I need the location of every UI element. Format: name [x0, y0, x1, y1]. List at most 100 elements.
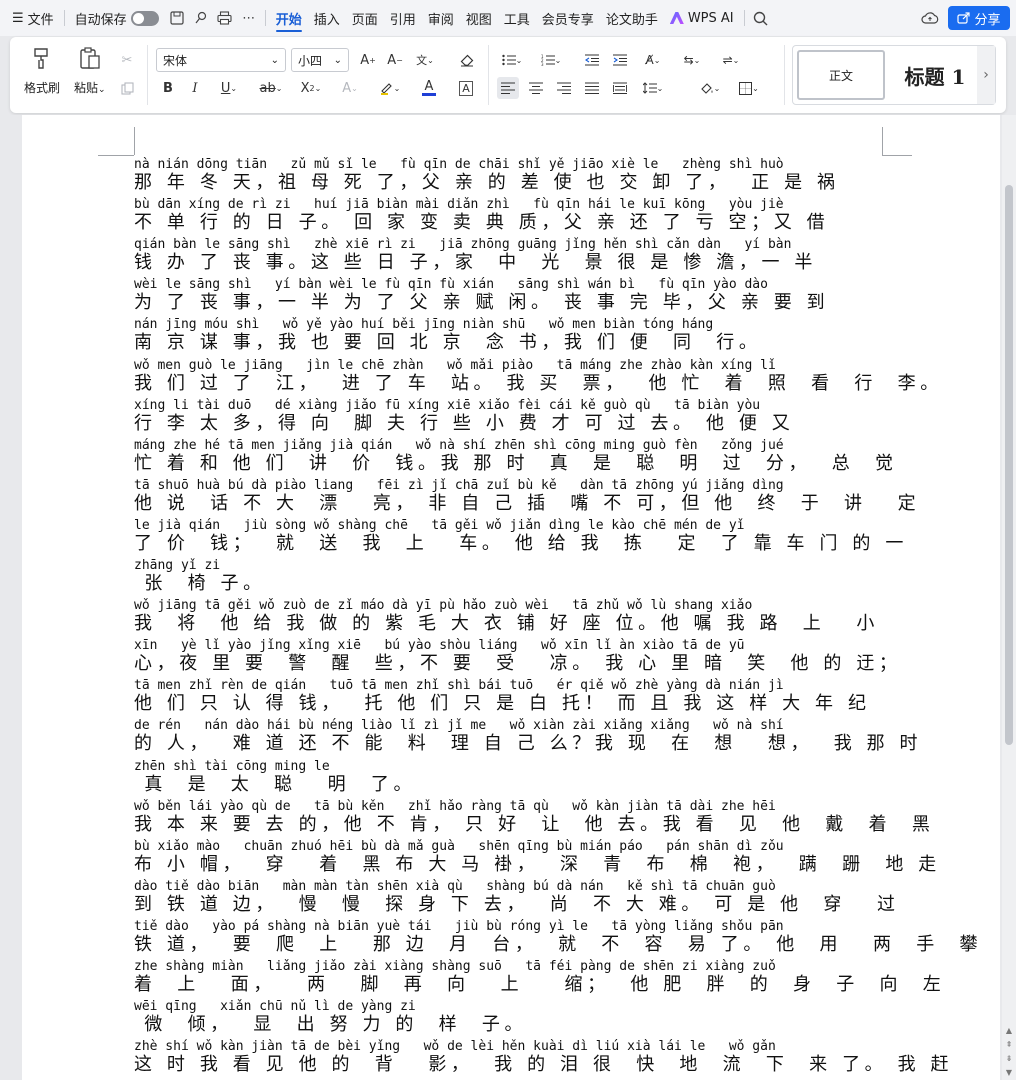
crop-mark: [882, 127, 883, 155]
align-right-icon[interactable]: [553, 77, 575, 99]
separator: [784, 45, 785, 105]
font-grow-icon[interactable]: A +: [357, 49, 379, 71]
paste-button[interactable]: 粘贴⌄: [74, 45, 106, 96]
next-page-icon[interactable]: ⇟: [1002, 1052, 1016, 1064]
hanzi-line: 到 铁 道 边， 慢 慢 探 身 下 去， 尚 不 大 难。 可 是 他 穿 过: [134, 893, 900, 915]
distributed-align-icon[interactable]: [609, 77, 631, 99]
pinyin-line: zhe shàng miàn liǎng jiǎo zài xiàng shàn…: [134, 959, 776, 974]
text-direction-icon[interactable]: A̸ ⌄: [638, 49, 668, 71]
character-border-icon[interactable]: A: [455, 77, 477, 99]
hanzi-line: 这 时 我 看 见 他 的 背 影， 我 的 泪 很 快 地 流 下 来 了。 …: [134, 1054, 954, 1076]
print-icon[interactable]: [213, 0, 237, 36]
ribbon-toolbar: 格式刷 粘贴⌄ ✂ 宋体 ⌄ 小四 ⌄ A + A − 文 ⌄ B I U ⌄ ab ⌄ …: [10, 37, 1006, 113]
text-effect-icon[interactable]: A ⌄: [335, 77, 365, 99]
pinyin-line: xīn yè lǐ yào jǐng xǐng xiē bú yào shòu …: [134, 638, 745, 654]
italic-icon[interactable]: I: [184, 77, 206, 99]
pinyin-line: wǒ běn lái yào qù de tā bù kěn zhǐ hǎo r…: [134, 798, 776, 814]
pinyin-line: máng zhe hé tā men jiǎng jià qián wǒ nà …: [134, 437, 784, 453]
hanzi-line: 的 人， 难 道 还 不 能 料 理 自 己 么？我 现 在 想 想， 我 那 …: [134, 733, 923, 755]
vertical-scrollbar[interactable]: ▲ ⇞ ⇟ ▼: [1002, 115, 1016, 1080]
scroll-down-icon[interactable]: ▼: [1002, 1066, 1016, 1078]
tab-page[interactable]: 页面: [346, 0, 384, 36]
pinyin-line: nà nián dōng tiān zǔ mǔ sǐ le fù qīn de …: [134, 157, 784, 172]
save-icon[interactable]: [165, 0, 189, 36]
hanzi-line: 了 价 钱； 就 送 我 上 车。 他 给 我 拣 定 了 靠 车 门 的 一: [134, 532, 908, 554]
pinyin-line: dào tiě dào biān màn màn tàn shēn xià qù…: [134, 878, 776, 894]
bullet-list-icon[interactable]: ⌄: [497, 49, 527, 71]
decrease-indent-icon[interactable]: [581, 49, 603, 71]
tab-references[interactable]: 引用: [384, 0, 422, 36]
numbered-list-icon[interactable]: 1 2 3 ⌄: [536, 49, 566, 71]
line-spacing-icon[interactable]: ⌄: [638, 77, 668, 99]
chevron-down-icon: ⌄: [333, 54, 342, 66]
strikethrough-icon[interactable]: ab ⌄: [254, 77, 288, 99]
pinyin-line: tā men zhǐ rèn de qián tuō tā men zhǐ sh…: [134, 678, 784, 694]
font-name-select[interactable]: 宋体 ⌄: [156, 48, 286, 72]
share-label: 分享: [974, 12, 1001, 28]
document-page[interactable]: nà nián dōng tiān zǔ mǔ sǐ le fù qīn de …: [22, 115, 1000, 1080]
hanzi-line: 行 李 太 多，得 向 脚 夫 行 些 小 费 才 可 过 去。 他 便 又: [134, 412, 795, 434]
shading-icon[interactable]: ⌄: [695, 77, 725, 99]
sort-icon[interactable]: ⇆ ⌄: [677, 49, 707, 71]
chevron-down-icon: ⌄: [270, 54, 279, 66]
hanzi-line: 张 椅 子。: [134, 573, 266, 594]
tab-review[interactable]: 审阅: [422, 0, 460, 36]
hanzi-line: 那 年 冬 天，祖 母 死 了，父 亲 的 差 使 也 交 卸 了， 正 是 祸: [134, 172, 840, 193]
align-left-icon[interactable]: [497, 77, 519, 99]
bold-icon[interactable]: B: [157, 77, 179, 99]
share-button[interactable]: 分享: [948, 6, 1010, 30]
copy-icon[interactable]: [116, 77, 138, 99]
previous-page-icon[interactable]: ⇞: [1002, 1038, 1016, 1050]
tab-view[interactable]: 视图: [460, 0, 498, 36]
style-heading-1[interactable]: 标题 1: [895, 50, 975, 100]
pinyin-line: wèi le sāng shì yí bàn wèi le fù qīn fù …: [134, 277, 768, 293]
justify-icon[interactable]: [581, 77, 603, 99]
separator: [147, 45, 148, 105]
font-shrink-icon[interactable]: A −: [384, 49, 406, 71]
font-color-icon[interactable]: A: [414, 77, 444, 99]
hanzi-line: 我 将 他 给 我 做 的 紫 毛 大 衣 铺 好 座 位。他 嘱 我 路 上 …: [134, 613, 879, 635]
more-icon[interactable]: ⋯: [237, 0, 261, 36]
cloud-sync-icon[interactable]: [918, 0, 942, 36]
hanzi-line: 我 本 来 要 去 的，他 不 肯， 只 好 让 他 去。我 看 见 他 戴 着…: [134, 813, 935, 835]
autosave-toggle[interactable]: [130, 10, 159, 26]
increase-indent-icon[interactable]: [609, 49, 631, 71]
paste-label: 粘贴⌄: [74, 81, 106, 95]
borders-icon[interactable]: ⌄: [734, 77, 764, 99]
share-icon: [957, 12, 971, 24]
scroll-up-icon[interactable]: ▲: [1002, 1024, 1016, 1036]
crop-mark: [98, 155, 134, 156]
font-size-select[interactable]: 小四 ⌄: [291, 48, 349, 72]
autosave-control[interactable]: 自动保存: [69, 0, 165, 36]
paragraph-marks-icon[interactable]: ⇌ ⌄: [716, 49, 746, 71]
link-icon[interactable]: [189, 0, 213, 36]
file-menu[interactable]: ☰ 文件: [0, 0, 60, 36]
tab-paper-assistant[interactable]: 论文助手: [600, 0, 664, 36]
hanzi-line: 真 是 太 聪 明 了。: [134, 773, 417, 795]
clear-format-icon[interactable]: [456, 49, 478, 71]
format-painter-button[interactable]: 格式刷: [24, 45, 60, 96]
pinyin-line: zhēn shì tài cōng ming le: [134, 758, 330, 774]
underline-icon[interactable]: U ⌄: [213, 77, 245, 99]
chevron-right-icon[interactable]: ›: [977, 46, 995, 104]
hanzi-line: 心，夜 里 要 警 醒 些，不 要 受 凉。 我 心 里 暗 笑 他 的 迂；: [134, 653, 902, 675]
tab-home[interactable]: 开始: [270, 0, 308, 36]
tab-member[interactable]: 会员专享: [536, 0, 600, 36]
superscript-icon[interactable]: X 2 ⌄: [295, 77, 327, 99]
search-icon[interactable]: [749, 0, 773, 36]
highlight-icon[interactable]: ⌄: [374, 77, 406, 99]
scrollbar-thumb[interactable]: [1005, 185, 1013, 745]
format-painter-icon: [29, 45, 55, 71]
pinyin-line: wēi qīng xiǎn chū nǔ lì de yàng zi: [134, 999, 416, 1015]
tab-tools[interactable]: 工具: [498, 0, 536, 36]
hanzi-line: 布 小 帽， 穿 着 黑 布 大 马 褂， 深 青 布 棉 袍， 蹒 跚 地 走: [134, 853, 941, 875]
phonetic-guide-icon[interactable]: 文 ⌄: [414, 49, 436, 71]
wps-ai-button[interactable]: WPS AI: [664, 11, 740, 26]
style-normal[interactable]: 正文: [797, 50, 885, 100]
file-menu-label: 文件: [27, 12, 54, 28]
tab-insert[interactable]: 插入: [308, 0, 346, 36]
format-painter-label: 格式刷: [24, 81, 61, 95]
hanzi-line: 他 们 只 认 得 钱， 托 他 们 只 是 白 托！ 而 且 我 这 样 大 …: [134, 693, 871, 715]
cut-icon[interactable]: ✂: [116, 49, 138, 71]
align-center-icon[interactable]: [525, 77, 547, 99]
